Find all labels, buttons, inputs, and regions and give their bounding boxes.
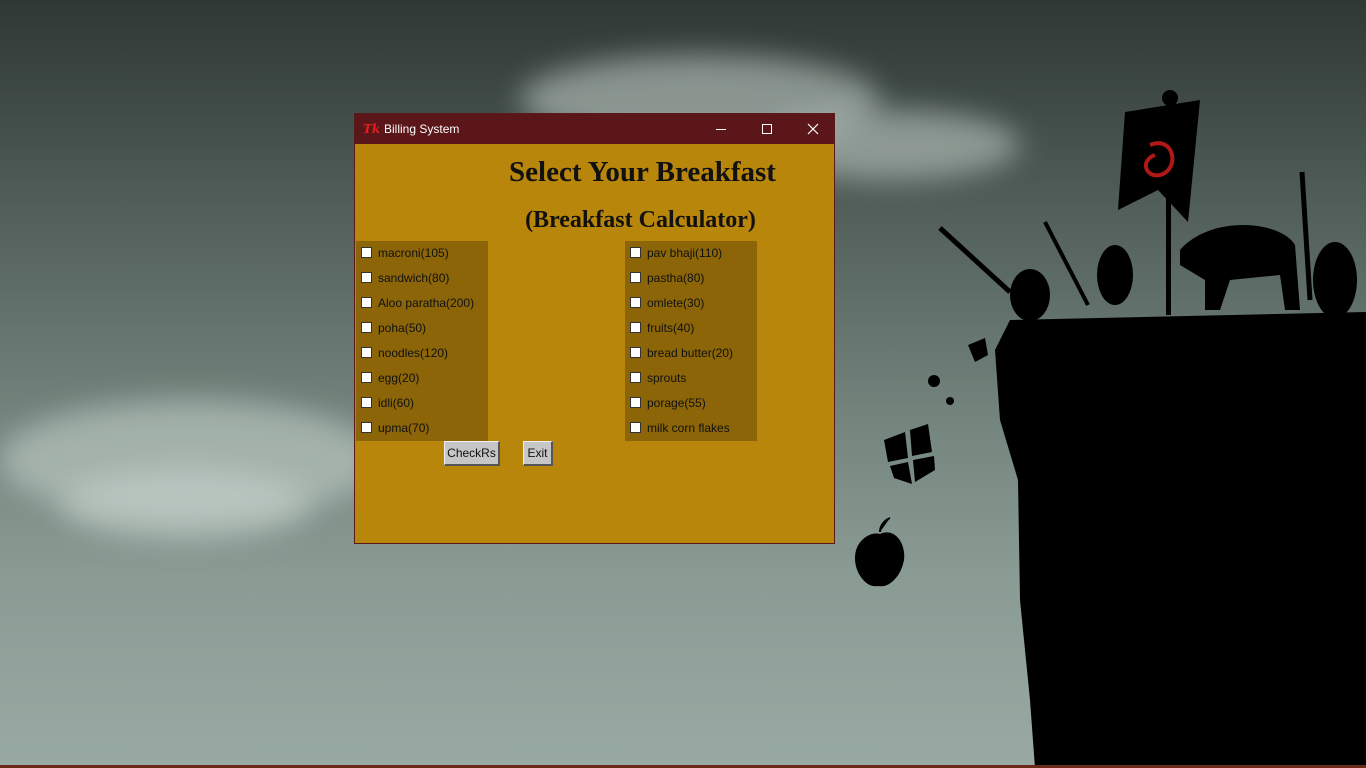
menu-item-label: poha(50) [378, 321, 427, 335]
checkbox[interactable] [630, 347, 641, 358]
billing-window: Tk Billing System Select Your Breakfast … [354, 113, 835, 544]
checkbox[interactable] [630, 422, 641, 433]
page-title: Select Your Breakfast [509, 156, 776, 188]
checkbox[interactable] [630, 372, 641, 383]
close-button[interactable] [790, 114, 836, 144]
menu-item-label: fruits(40) [647, 321, 695, 335]
menu-item-label: pav bhaji(110) [647, 246, 723, 260]
left-menu-panel: macroni(105) sandwich(80) Aloo paratha(2… [356, 241, 488, 441]
menu-item-checkbox[interactable]: pastha(80) [625, 266, 757, 291]
checkbox[interactable] [361, 422, 372, 433]
menu-item-label: porage(55) [647, 396, 706, 410]
menu-item-checkbox[interactable]: idli(60) [356, 391, 488, 416]
checkbox[interactable] [361, 347, 372, 358]
exit-button[interactable]: Exit [523, 441, 553, 466]
window-title: Billing System [384, 122, 460, 136]
checkbox[interactable] [630, 247, 641, 258]
menu-item-label: noodles(120) [378, 346, 449, 360]
menu-item-checkbox[interactable]: milk corn flakes [625, 416, 757, 441]
menu-item-label: upma(70) [378, 421, 430, 435]
menu-item-label: sandwich(80) [378, 271, 450, 285]
menu-item-checkbox[interactable]: upma(70) [356, 416, 488, 441]
close-icon [807, 123, 819, 135]
checkbox[interactable] [361, 272, 372, 283]
window-content: Select Your Breakfast (Breakfast Calcula… [355, 144, 834, 543]
checkbox[interactable] [630, 272, 641, 283]
menu-item-checkbox[interactable]: omlete(30) [625, 291, 757, 316]
checkbox[interactable] [630, 397, 641, 408]
maximize-icon [762, 124, 772, 134]
menu-item-checkbox[interactable]: porage(55) [625, 391, 757, 416]
menu-item-label: Aloo paratha(200) [378, 296, 475, 310]
checkbox[interactable] [361, 397, 372, 408]
right-menu-panel: pav bhaji(110) pastha(80) omlete(30) fru… [625, 241, 757, 441]
menu-item-checkbox[interactable]: egg(20) [356, 366, 488, 391]
menu-item-checkbox[interactable]: fruits(40) [625, 316, 757, 341]
tk-feather-icon: Tk [363, 122, 381, 136]
menu-item-label: pastha(80) [647, 271, 705, 285]
menu-item-label: omlete(30) [647, 296, 705, 310]
checkbox[interactable] [630, 297, 641, 308]
page-subtitle: (Breakfast Calculator) [525, 207, 756, 233]
menu-item-checkbox[interactable]: bread butter(20) [625, 341, 757, 366]
checkbox[interactable] [361, 247, 372, 258]
menu-item-label: bread butter(20) [647, 346, 734, 360]
checkbox[interactable] [361, 297, 372, 308]
checkbox[interactable] [361, 322, 372, 333]
menu-item-checkbox[interactable]: macroni(105) [356, 241, 488, 266]
menu-item-checkbox[interactable]: Aloo paratha(200) [356, 291, 488, 316]
maximize-button[interactable] [744, 114, 790, 144]
checkbox[interactable] [630, 322, 641, 333]
menu-item-label: sprouts [647, 371, 687, 385]
window-titlebar[interactable]: Tk Billing System [355, 114, 834, 144]
menu-item-checkbox[interactable]: poha(50) [356, 316, 488, 341]
menu-item-checkbox[interactable]: pav bhaji(110) [625, 241, 757, 266]
minimize-button[interactable] [698, 114, 744, 144]
check-total-button[interactable]: CheckRs [444, 441, 500, 466]
menu-item-label: idli(60) [378, 396, 415, 410]
menu-item-checkbox[interactable]: sprouts [625, 366, 757, 391]
checkbox[interactable] [361, 372, 372, 383]
menu-item-label: macroni(105) [378, 246, 449, 260]
minimize-icon [716, 129, 726, 130]
menu-item-label: milk corn flakes [647, 421, 730, 435]
menu-item-label: egg(20) [378, 371, 420, 385]
menu-item-checkbox[interactable]: sandwich(80) [356, 266, 488, 291]
menu-item-checkbox[interactable]: noodles(120) [356, 341, 488, 366]
